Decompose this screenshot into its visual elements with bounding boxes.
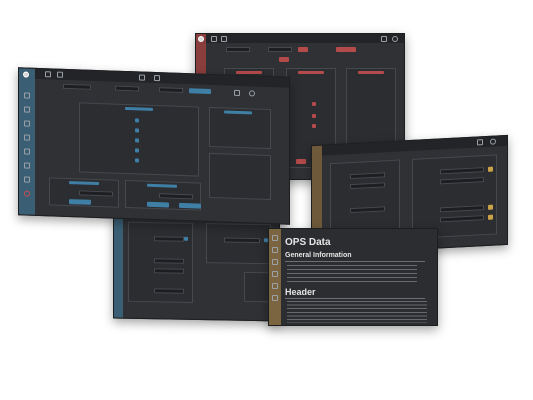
nav-icon[interactable] — [272, 295, 278, 301]
filter-button[interactable] — [189, 88, 211, 94]
docs-window: OPS Data General Information Header — [268, 228, 438, 326]
doc-section-heading: Header — [285, 287, 316, 297]
nav-icon[interactable] — [24, 134, 30, 141]
help-icon[interactable] — [392, 36, 398, 42]
checkbox[interactable] — [184, 236, 188, 241]
text-field[interactable] — [154, 236, 184, 242]
dropdown-toggle[interactable] — [488, 166, 493, 172]
app-window-main — [18, 67, 290, 225]
heading-rule — [285, 298, 425, 299]
heading-rule — [285, 261, 425, 262]
nav-icon[interactable] — [272, 283, 278, 289]
nav-icon[interactable] — [24, 92, 30, 99]
toolbar — [196, 34, 404, 43]
settings-icon[interactable] — [381, 36, 387, 42]
filter-button[interactable] — [298, 47, 308, 52]
home-icon[interactable] — [198, 36, 204, 42]
filter-field[interactable] — [226, 47, 250, 52]
settings-icon[interactable] — [234, 89, 240, 97]
checkbox[interactable] — [135, 158, 139, 163]
settings-panel — [209, 152, 271, 201]
action-button[interactable] — [179, 202, 201, 209]
export-icon[interactable] — [139, 74, 145, 81]
nav-icon[interactable] — [272, 247, 278, 253]
text-field[interactable] — [224, 237, 260, 244]
nav-icon[interactable] — [272, 235, 278, 241]
dropdown-toggle[interactable] — [488, 204, 493, 210]
doc-section-heading: General Information — [285, 252, 352, 259]
power-icon[interactable] — [24, 190, 30, 197]
dropdown-toggle[interactable] — [488, 214, 493, 220]
app-window-bottom-left — [113, 208, 280, 322]
filter-button[interactable] — [336, 47, 356, 52]
text-field[interactable] — [154, 288, 184, 294]
settings-panel — [412, 154, 497, 239]
copy-icon[interactable] — [57, 71, 63, 78]
text-lines — [287, 301, 427, 323]
sidebar — [269, 229, 281, 325]
action-button[interactable] — [296, 159, 306, 164]
checkbox[interactable] — [312, 114, 316, 118]
help-icon[interactable] — [249, 90, 255, 97]
filter-field[interactable] — [159, 87, 183, 94]
settings-icon[interactable] — [477, 139, 483, 146]
text-field[interactable] — [154, 258, 184, 264]
checkbox[interactable] — [135, 148, 139, 153]
sidebar — [114, 209, 123, 318]
settings-panel — [79, 102, 199, 177]
nav-icon[interactable] — [24, 120, 30, 127]
tab-active[interactable] — [279, 57, 289, 62]
home-icon[interactable] — [23, 71, 29, 78]
filter-field[interactable] — [63, 83, 91, 90]
nav-icon[interactable] — [272, 271, 278, 277]
checkbox[interactable] — [312, 124, 316, 128]
nav-icon[interactable] — [24, 176, 30, 183]
nav-icon[interactable] — [24, 106, 30, 113]
doc-title: OPS Data — [285, 237, 331, 248]
checkbox[interactable] — [135, 118, 139, 123]
checkbox[interactable] — [135, 128, 139, 133]
filter-field[interactable] — [115, 85, 139, 92]
nav-icon[interactable] — [24, 148, 30, 155]
print-icon[interactable] — [154, 75, 160, 82]
action-button[interactable] — [147, 201, 169, 208]
settings-panel — [206, 223, 271, 265]
panel-header — [298, 71, 324, 74]
panel-header — [358, 71, 384, 74]
checkbox[interactable] — [312, 102, 316, 106]
action-button[interactable] — [69, 199, 91, 205]
new-document-icon[interactable] — [45, 71, 51, 78]
copy-icon[interactable] — [221, 36, 227, 42]
new-document-icon[interactable] — [211, 36, 217, 42]
text-lines — [287, 265, 417, 285]
nav-icon[interactable] — [24, 162, 30, 169]
panel-header — [236, 71, 262, 74]
checkbox[interactable] — [135, 138, 139, 143]
filter-field[interactable] — [268, 47, 292, 52]
nav-icon[interactable] — [272, 259, 278, 265]
text-field[interactable] — [154, 268, 184, 274]
